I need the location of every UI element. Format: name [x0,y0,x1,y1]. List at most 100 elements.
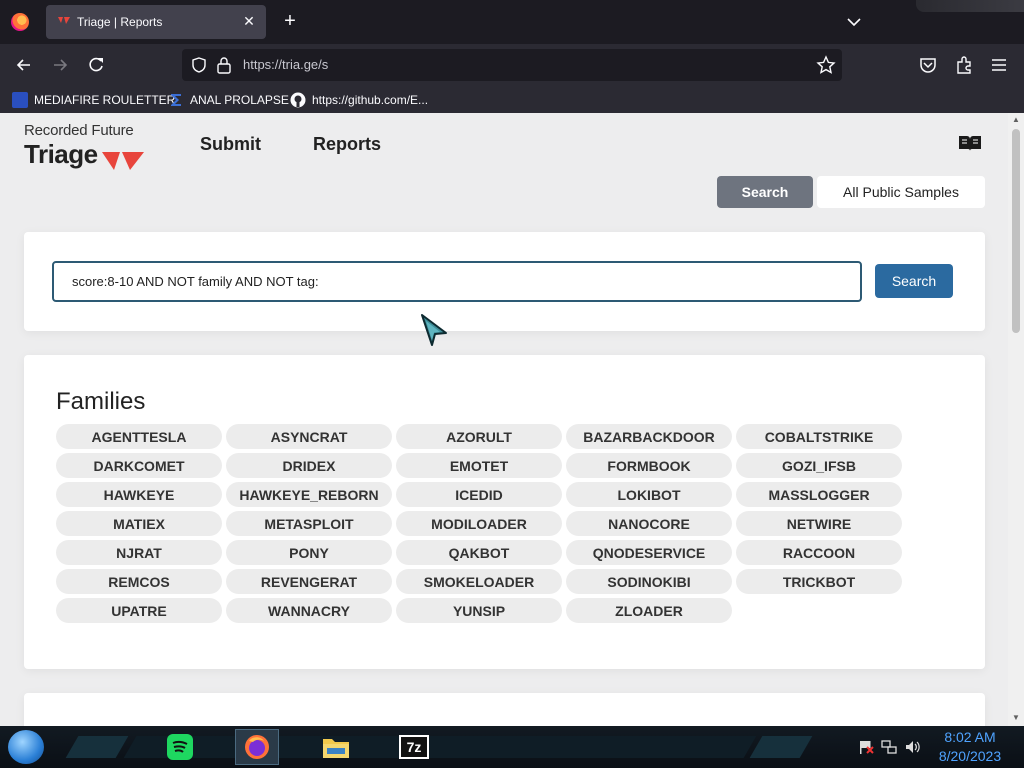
titlebar-decoration [916,0,1024,12]
mouse-cursor-icon [421,314,447,346]
family-tag[interactable]: METASPLOIT [226,511,392,536]
family-tag[interactable]: ASYNCRAT [226,424,392,449]
family-tag[interactable]: GOZI_IFSB [736,453,902,478]
mediafire-icon [12,92,28,108]
nav-submit[interactable]: Submit [200,134,261,155]
triage-favicon-icon [58,17,70,24]
network-icon[interactable] [881,739,897,755]
family-tag[interactable]: BAZARBACKDOOR [566,424,732,449]
family-tag[interactable]: MODILOADER [396,511,562,536]
scroll-up-icon[interactable]: ▲ [1011,115,1021,124]
brand-main-text: Triage [24,139,98,169]
family-tag[interactable]: HAWKEYE_REBORN [226,482,392,507]
triage-logo-mark-icon [102,152,144,170]
bookmark-item[interactable]: https://github.com/E... [290,91,428,109]
svg-text:7z: 7z [407,739,422,755]
family-tag[interactable]: AZORULT [396,424,562,449]
family-tag[interactable]: RACCOON [736,540,902,565]
hamburger-menu-icon[interactable] [988,54,1010,76]
family-tag[interactable]: WANNACRY [226,598,392,623]
brand-top-text: Recorded Future [24,122,134,139]
scroll-down-icon[interactable]: ▼ [1011,713,1021,722]
scrollbar-thumb[interactable] [1012,129,1020,333]
page-content: Recorded Future Triage Submit Reports Se… [0,113,1008,726]
taskbar: 7z 8:02 AM 8/20/2023 [0,726,1024,768]
clock-date: 8/20/2023 [938,748,1002,764]
tracking-shield-icon[interactable] [190,56,208,74]
back-arrow-icon[interactable] [13,54,35,76]
7zip-icon: 7z [399,735,429,759]
family-tag[interactable]: NETWIRE [736,511,902,536]
family-tag[interactable]: MATIEX [56,511,222,536]
reload-icon[interactable] [85,54,107,76]
search-button[interactable]: Search [875,264,953,298]
extensions-icon[interactable] [953,54,975,76]
firefox-menu-icon[interactable] [11,13,29,31]
family-tag[interactable]: REMCOS [56,569,222,594]
search-card: score:8-10 AND NOT family AND NOT tag: S… [24,232,985,331]
family-tag[interactable]: YUNSIP [396,598,562,623]
taskbar-spotify[interactable] [158,729,202,765]
search-input[interactable]: score:8-10 AND NOT family AND NOT tag: [52,261,862,302]
bookmarks-bar: MEDIAFIRE ROULETTER ANAL PROLAPSE https:… [0,86,1024,113]
pocket-icon[interactable] [917,54,939,76]
families-card: Families AGENTTESLA ASYNCRAT AZORULT BAZARB… [24,355,985,669]
taskbar-firefox[interactable] [235,729,279,765]
address-bar[interactable]: https://tria.ge/s [182,49,842,81]
tab-close-icon[interactable]: ✕ [240,12,258,30]
bookmark-item[interactable]: MEDIAFIRE ROULETTER [12,91,175,109]
taskbar-7zip[interactable]: 7z [392,729,436,765]
family-tag[interactable]: QNODESERVICE [566,540,732,565]
bookmark-label: ANAL PROLAPSE [190,93,289,107]
browser-tab-bar: Triage | Reports ✕ + [0,0,1024,44]
family-tag[interactable]: DARKCOMET [56,453,222,478]
bookmark-item[interactable]: ANAL PROLAPSE [168,91,289,109]
start-button[interactable] [8,730,44,764]
next-card [24,693,985,726]
lock-icon[interactable] [216,56,232,74]
all-public-samples-toggle[interactable]: All Public Samples [817,176,985,208]
family-tag[interactable]: NJRAT [56,540,222,565]
volume-icon[interactable] [904,739,920,755]
family-tag[interactable]: ZLOADER [566,598,732,623]
family-tag[interactable]: HAWKEYE [56,482,222,507]
page-scrollbar[interactable]: ▲ ▼ [1008,113,1024,726]
nav-reports[interactable]: Reports [313,134,381,155]
new-tab-button[interactable]: + [280,11,300,32]
bookmark-label: https://github.com/E... [312,93,429,107]
bookmark-sigma-icon [171,94,181,106]
triage-logo[interactable]: Recorded Future Triage [24,121,184,171]
browser-nav-bar: https://tria.ge/s [0,44,1024,86]
family-tag[interactable]: MASSLOGGER [736,482,902,507]
browser-tab[interactable]: Triage | Reports ✕ [46,5,266,39]
family-tag[interactable]: UPATRE [56,598,222,623]
flag-icon[interactable] [858,739,874,755]
family-tag[interactable]: PONY [226,540,392,565]
families-grid: AGENTTESLA ASYNCRAT AZORULT BAZARBACKDOOR CO… [56,424,906,623]
family-tag[interactable]: ICEDID [396,482,562,507]
search-mode-toggle[interactable]: Search [717,176,813,208]
family-tag[interactable]: LOKIBOT [566,482,732,507]
family-tag[interactable]: COBALTSTRIKE [736,424,902,449]
family-tag[interactable]: FORMBOOK [566,453,732,478]
book-icon[interactable] [958,134,982,152]
taskbar-file-explorer[interactable] [314,729,358,765]
file-explorer-icon [323,739,349,758]
family-tag[interactable]: SODINOKIBI [566,569,732,594]
family-tag[interactable]: EMOTET [396,453,562,478]
firefox-icon [245,735,269,759]
family-tag[interactable]: TRICKBOT [736,569,902,594]
github-icon [290,92,306,108]
family-tag[interactable]: NANOCORE [566,511,732,536]
family-tag[interactable]: DRIDEX [226,453,392,478]
family-tag[interactable]: REVENGERAT [226,569,392,594]
tab-list-chevron-icon[interactable] [844,12,864,32]
bookmark-star-icon[interactable] [816,55,836,75]
forward-arrow-icon[interactable] [49,54,71,76]
url-text[interactable]: https://tria.ge/s [243,57,328,72]
taskbar-decoration [123,736,757,758]
family-tag[interactable]: SMOKELOADER [396,569,562,594]
family-tag[interactable]: QAKBOT [396,540,562,565]
family-tag[interactable]: AGENTTESLA [56,424,222,449]
taskbar-clock[interactable]: 8:02 AM 8/20/2023 [930,728,1010,766]
